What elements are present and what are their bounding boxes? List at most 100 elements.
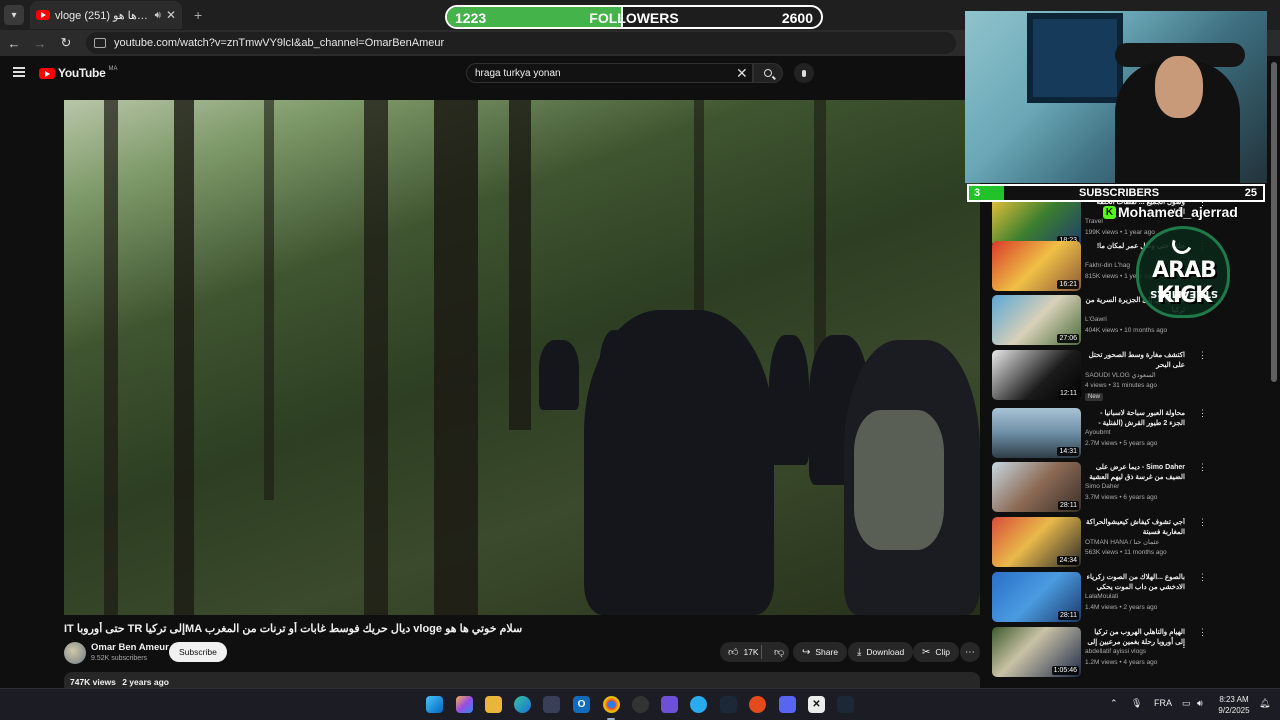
- recommendation-channel[interactable]: Simo Daher: [1085, 483, 1119, 490]
- volume-icon[interactable]: 🔊︎: [1197, 698, 1203, 709]
- outlook-icon[interactable]: O: [573, 696, 590, 713]
- recommendation-item[interactable]: 14:31 محاولة العبور سباحة لاسبانيا - الج…: [992, 408, 1212, 460]
- arab-kick-streamers-logo: ARAB KICK STREAMERS: [1124, 226, 1244, 318]
- search-button[interactable]: [753, 63, 783, 83]
- recommendation-channel[interactable]: abdellatif ayissi vlogs: [1085, 648, 1146, 655]
- url-field[interactable]: youtube.com/watch?v=znTmwVY9lcI&ab_chann…: [86, 32, 956, 54]
- tray-overflow-icon[interactable]: ⌃: [1110, 698, 1118, 709]
- recommendation-title[interactable]: أجي تشوف كيفاش كيعيشوالحراكة المغاربة فس…: [1085, 518, 1185, 538]
- network-icon[interactable]: ▭: [1182, 698, 1191, 709]
- tab-close-icon[interactable]: ✕: [166, 8, 176, 22]
- more-vertical-icon[interactable]: ⋮: [1198, 408, 1207, 419]
- browser-tab[interactable]: vloge سلام خوتي ها هو (251) 🔊︎ ✕: [30, 1, 182, 29]
- page-scrollbar[interactable]: [1271, 62, 1277, 382]
- recommendation-channel[interactable]: Travel: [1085, 218, 1103, 225]
- recommendation-channel[interactable]: Ayoubmt: [1085, 429, 1111, 436]
- microphone-tray-icon[interactable]: 🎙︎: [1131, 698, 1142, 709]
- edge-browser-icon[interactable]: [514, 696, 531, 713]
- recommendation-channel[interactable]: OTMAN HANA / عثمان حنا: [1085, 538, 1160, 546]
- more-vertical-icon[interactable]: ⋮: [1198, 572, 1207, 583]
- input-language[interactable]: FRA: [1154, 698, 1172, 708]
- discord-icon[interactable]: [779, 696, 796, 713]
- subscribers-goal-bar: 3 SUBSCRIBERS 25: [967, 184, 1265, 202]
- like-button[interactable]: 👍︎ 17K: [720, 645, 762, 659]
- copilot-icon[interactable]: [456, 696, 473, 713]
- more-vertical-icon[interactable]: ⋮: [1198, 462, 1207, 473]
- recommendation-item[interactable]: 1:05:46 الهيام والتاهلي الهروب من تركيا …: [992, 627, 1212, 679]
- dislike-button[interactable]: 👎︎: [767, 646, 784, 658]
- capcut-icon[interactable]: ✕: [808, 696, 825, 713]
- recommendation-title[interactable]: بالصوع ...الهلاك من الصوت زكرياء الادخشي…: [1085, 573, 1185, 593]
- recommendation-title[interactable]: محاولة العبور سباحة لاسبانيا - الجزء 2 ط…: [1085, 409, 1185, 429]
- youtube-favicon-icon: [36, 10, 50, 20]
- steam-icon[interactable]: [720, 696, 737, 713]
- recommendation-item[interactable]: 12:11 اكتشف مغارة وسط الصحور تحتل على ال…: [992, 350, 1212, 402]
- file-explorer-icon[interactable]: [485, 696, 502, 713]
- channel-avatar[interactable]: [64, 642, 86, 664]
- webcam-face: [1155, 56, 1203, 118]
- back-arrow-icon[interactable]: ←: [2, 36, 26, 51]
- more-vertical-icon[interactable]: ⋮: [1198, 350, 1207, 361]
- recommendation-title[interactable]: اكتشف مغارة وسط الصحور تحتل على البحر: [1085, 351, 1185, 371]
- notification-bell-icon[interactable]: 🔔︎: [1259, 698, 1270, 709]
- recommendation-thumbnail[interactable]: 1:05:46: [992, 627, 1081, 677]
- download-button[interactable]: ⤓ Download: [848, 642, 914, 662]
- recommendation-title[interactable]: Simo Daher - ديما عرض على الضيف من غرسة …: [1085, 463, 1185, 483]
- chrome-browser-icon[interactable]: [603, 696, 620, 713]
- more-vertical-icon[interactable]: ⋮: [1198, 627, 1207, 638]
- forward-arrow-icon[interactable]: →: [28, 36, 52, 51]
- recommendation-thumbnail[interactable]: 18:23: [992, 197, 1081, 247]
- recommendation-item[interactable]: 28:11 بالصوع ...الهلاك من الصوت زكرياء ا…: [992, 572, 1212, 624]
- video-duration: 14:31: [1057, 447, 1079, 456]
- system-clock[interactable]: 8:23 AM 9/2/2025: [1212, 694, 1256, 716]
- subscribe-button[interactable]: Subscribe: [169, 642, 227, 662]
- windows-start-icon[interactable]: [426, 696, 443, 713]
- video-duration: 12:11: [1058, 389, 1079, 398]
- clear-search-icon[interactable]: ✕: [736, 65, 748, 82]
- recommendation-item[interactable]: 24:34 أجي تشوف كيفاش كيعيشوالحراكة المغا…: [992, 517, 1212, 569]
- site-settings-icon[interactable]: [94, 38, 106, 48]
- video-frame-tree: [264, 100, 274, 500]
- share-button[interactable]: ↪ Share: [793, 642, 848, 662]
- recommendation-thumbnail[interactable]: 14:31: [992, 408, 1081, 458]
- tab-search-button[interactable]: ▾: [4, 5, 24, 25]
- video-player[interactable]: [64, 100, 980, 615]
- recommendation-channel[interactable]: L'Gawri: [1085, 316, 1107, 323]
- twitch-icon[interactable]: [661, 696, 678, 713]
- speaker-icon[interactable]: 🔊︎: [155, 10, 161, 21]
- channel-name[interactable]: Omar Ben Ameur: [91, 642, 169, 653]
- more-vertical-icon[interactable]: ⋮: [1198, 517, 1207, 528]
- recommendation-thumbnail[interactable]: 28:11: [992, 572, 1081, 622]
- webcam-window-frame: [1027, 13, 1123, 103]
- more-actions-button[interactable]: ⋯: [960, 642, 980, 662]
- obs-studio-icon[interactable]: [632, 696, 649, 713]
- logo-title: ARAB KICK: [1152, 258, 1217, 308]
- steam-app-icon[interactable]: [837, 696, 854, 713]
- reload-icon[interactable]: ↻: [54, 35, 78, 51]
- clip-button[interactable]: ✂ Clip: [913, 642, 960, 662]
- url-text: youtube.com/watch?v=znTmwVY9lcI&ab_chann…: [114, 37, 445, 49]
- recommendation-thumbnail[interactable]: 27:06: [992, 295, 1081, 345]
- telegram-icon[interactable]: [690, 696, 707, 713]
- share-arrow-icon: ↪: [802, 646, 811, 658]
- search-input[interactable]: hraga turkya yonan: [466, 63, 753, 83]
- thumbs-up-icon: 👍︎: [728, 647, 739, 658]
- recommendation-thumbnail[interactable]: 28:11: [992, 462, 1081, 512]
- clock-date: 9/2/2025: [1218, 706, 1250, 715]
- recommendation-item[interactable]: 28:11 Simo Daher - ديما عرض على الضيف من…: [992, 462, 1212, 514]
- new-badge: New: [1085, 393, 1104, 401]
- recommendation-thumbnail[interactable]: 16:21: [992, 241, 1081, 291]
- kick-username-overlay: K Mohamed_ajerrad: [1103, 204, 1238, 220]
- brave-browser-icon[interactable]: [749, 696, 766, 713]
- menu-icon[interactable]: [13, 67, 25, 77]
- recommendation-thumbnail[interactable]: 24:34: [992, 517, 1081, 567]
- download-label: Download: [866, 647, 905, 657]
- new-tab-button[interactable]: +: [194, 7, 202, 23]
- recommendation-title[interactable]: الهيام والتاهلي الهروب من تركيا إلى أورو…: [1085, 628, 1185, 648]
- recommendation-channel[interactable]: LalaMoulati: [1085, 593, 1118, 600]
- youtube-logo[interactable]: YouTube MA: [39, 66, 117, 80]
- voice-search-button[interactable]: [794, 63, 814, 83]
- microsoft-store-icon[interactable]: [543, 696, 560, 713]
- recommendation-thumbnail[interactable]: 12:11: [992, 350, 1081, 400]
- recommendation-channel[interactable]: SAOUDI VLOG السعودي: [1085, 371, 1156, 379]
